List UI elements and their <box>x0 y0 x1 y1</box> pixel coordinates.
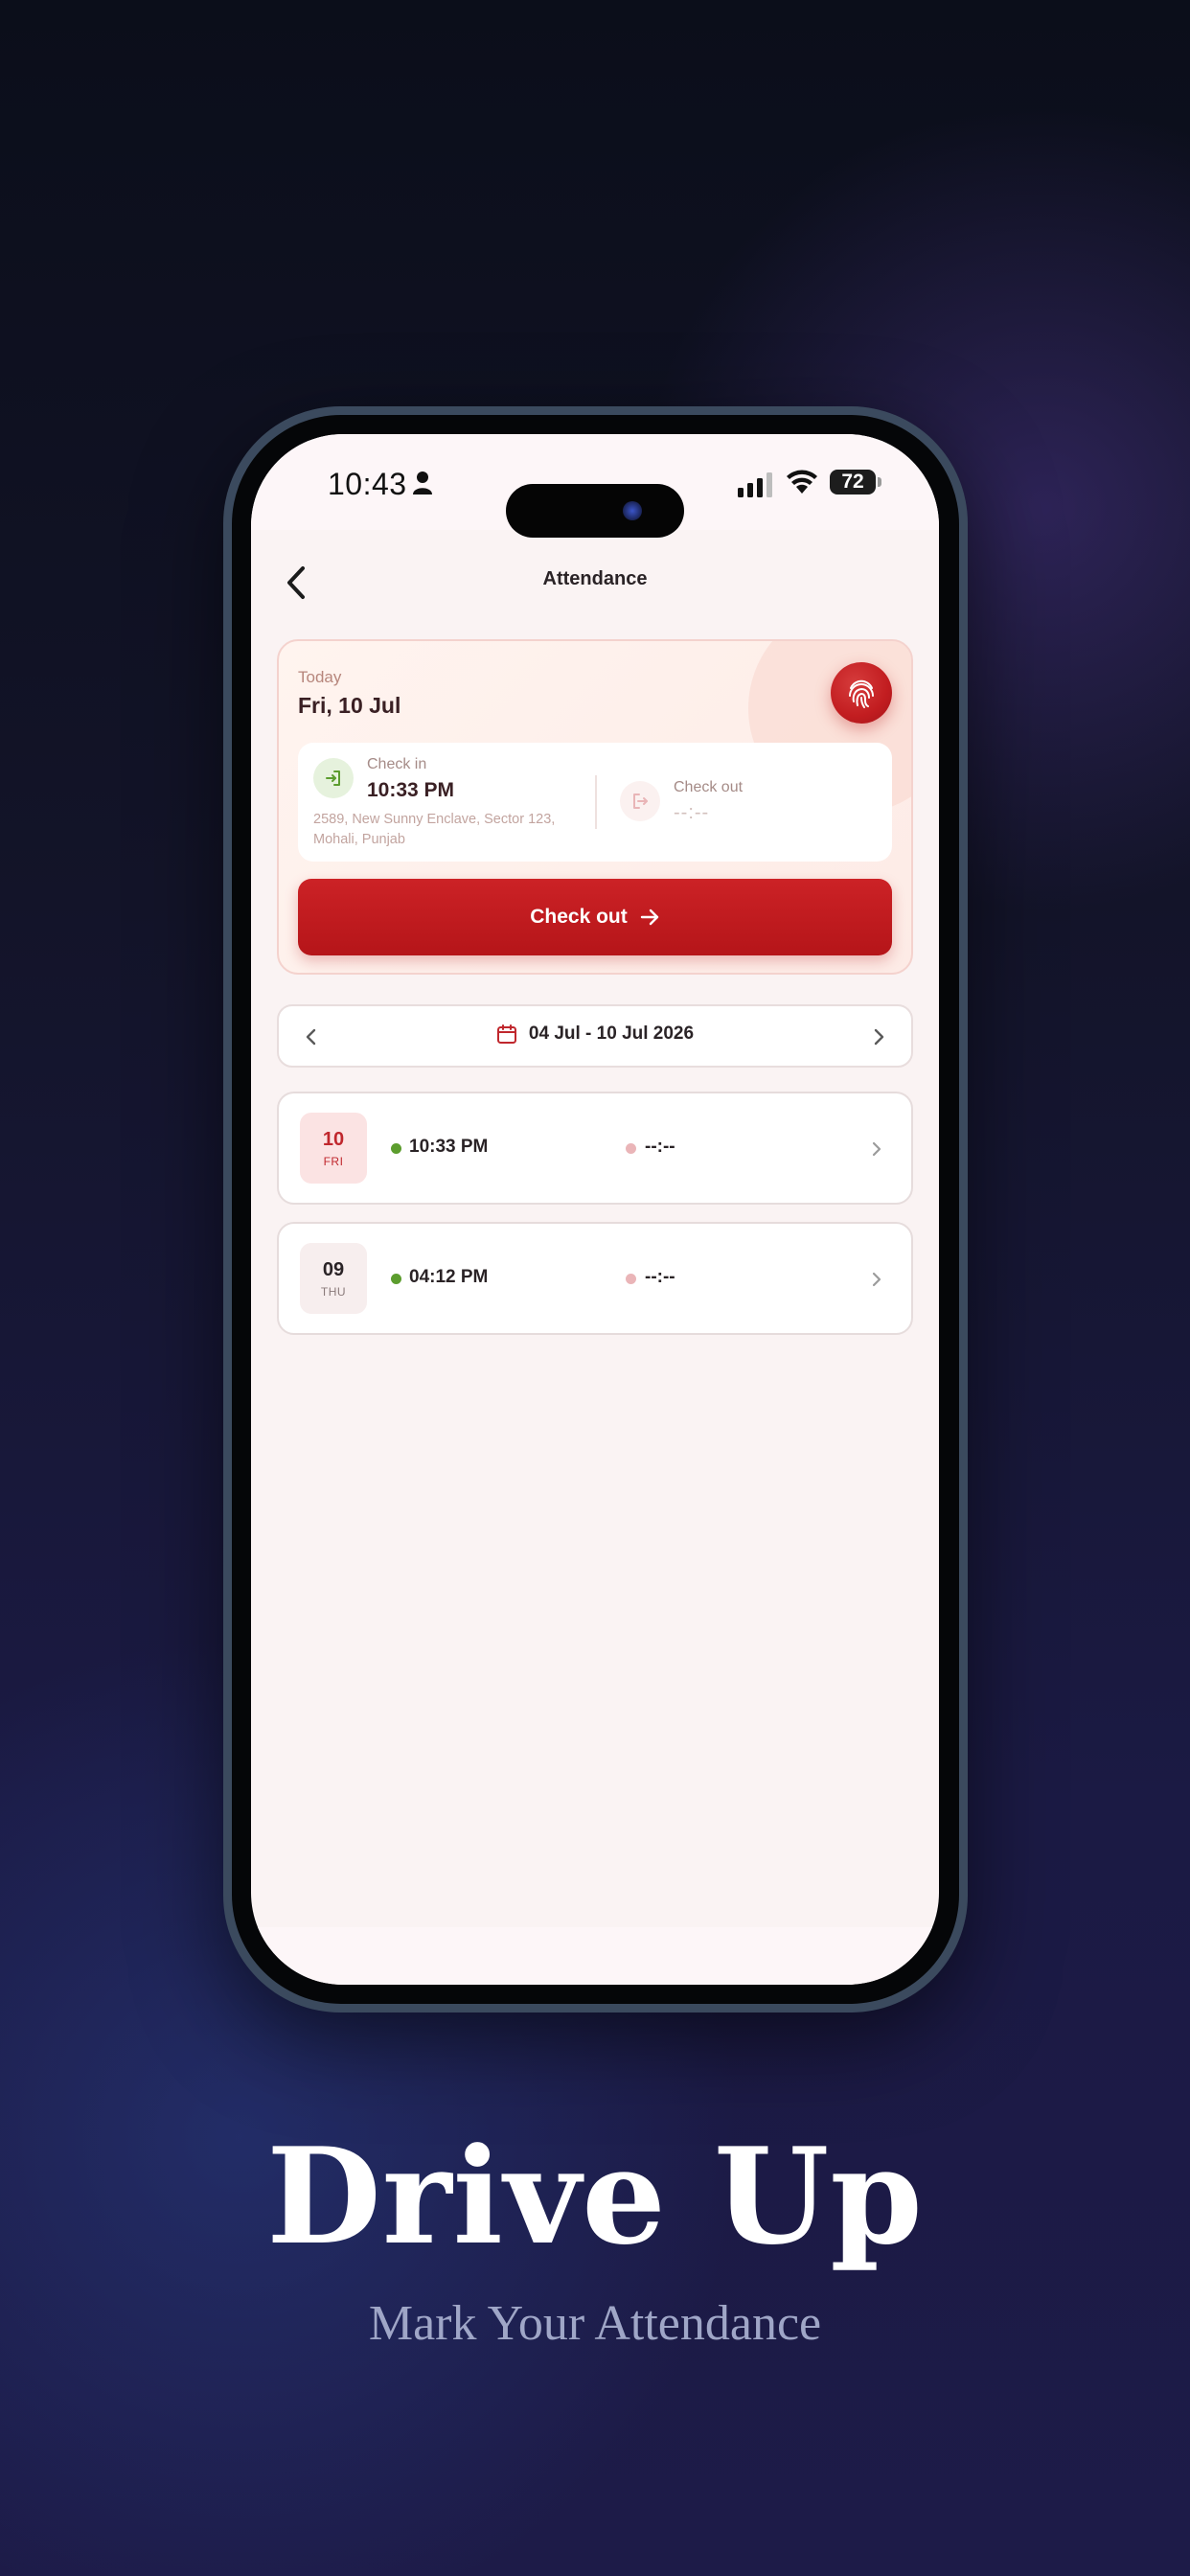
check-out-dot <box>626 1274 636 1284</box>
check-in-label: Check in <box>367 756 427 772</box>
row-check-in-time: 10:33 PM <box>409 1137 489 1157</box>
row-check-in-time: 04:12 PM <box>409 1267 489 1287</box>
hero-subtitle: Mark Your Attendance <box>368 2296 822 2351</box>
today-label: Today <box>298 668 342 686</box>
check-out-button-label: Check out <box>530 906 628 928</box>
check-out-button[interactable]: Check out <box>298 879 892 955</box>
dynamic-island <box>506 484 684 538</box>
check-in-time: 10:33 PM <box>367 779 455 801</box>
chevron-right-icon <box>872 1141 881 1157</box>
hero-title: Drive Up <box>266 2118 924 2274</box>
next-week-button[interactable] <box>867 1024 890 1050</box>
check-out-dot <box>626 1143 636 1154</box>
check-times-panel: Check in 10:33 PM 2589, New Sunny Enclav… <box>298 743 892 862</box>
day-number: 10 <box>322 1128 345 1150</box>
row-check-out-time: --:-- <box>645 1137 675 1157</box>
date-range[interactable]: 04 Jul - 10 Jul 2026 <box>279 1024 911 1045</box>
check-in-dot <box>391 1274 401 1284</box>
calendar-icon <box>496 1024 516 1044</box>
battery-level: 72 <box>841 471 864 493</box>
cellular-signal-icon <box>738 472 772 497</box>
battery-indicator: 72 <box>830 470 876 494</box>
status-time: 10:43 <box>328 467 407 501</box>
check-out-time: --:-- <box>674 802 710 823</box>
check-in-dot <box>391 1143 401 1154</box>
day-number: 09 <box>322 1258 345 1280</box>
today-card: Today Fri, 10 Jul Check in 10:33 PM 2589… <box>277 639 913 975</box>
check-out-label: Check out <box>674 779 744 795</box>
app-screen: 10:43 72 Attendance Today Fri, 10 Jul Ch… <box>251 434 939 1985</box>
date-range-label: 04 Jul - 10 Jul 2026 <box>528 1024 695 1044</box>
attendance-row[interactable]: 10 FRI 10:33 PM --:-- <box>277 1092 913 1205</box>
panel-divider <box>595 775 597 829</box>
home-indicator-area <box>251 1927 939 1985</box>
camera-icon <box>623 501 642 520</box>
chevron-right-icon <box>872 1272 881 1287</box>
arrow-right-icon <box>640 908 658 926</box>
row-check-out-time: --:-- <box>645 1267 675 1287</box>
person-icon <box>413 472 432 494</box>
attendance-row[interactable]: 09 THU 04:12 PM --:-- <box>277 1222 913 1335</box>
check-in-icon-wrap <box>313 758 354 798</box>
logout-icon <box>633 794 648 809</box>
status-bar: 10:43 72 <box>251 434 939 538</box>
battery-cap <box>878 477 881 487</box>
day-of-week: FRI <box>323 1154 344 1168</box>
fingerprint-icon <box>849 679 874 708</box>
day-badge: 09 THU <box>300 1243 367 1314</box>
check-out-icon-wrap <box>620 781 660 821</box>
fingerprint-button[interactable] <box>831 662 892 724</box>
page-title: Attendance <box>542 568 648 589</box>
day-of-week: THU <box>320 1284 347 1299</box>
date-range-selector: 04 Jul - 10 Jul 2026 <box>277 1004 913 1068</box>
check-in-address: 2589, New Sunny Enclave, Sector 123, Moh… <box>313 812 556 847</box>
login-icon <box>326 770 340 786</box>
day-badge: 10 FRI <box>300 1113 367 1184</box>
today-date: Fri, 10 Jul <box>298 693 401 718</box>
wifi-icon <box>787 470 817 494</box>
